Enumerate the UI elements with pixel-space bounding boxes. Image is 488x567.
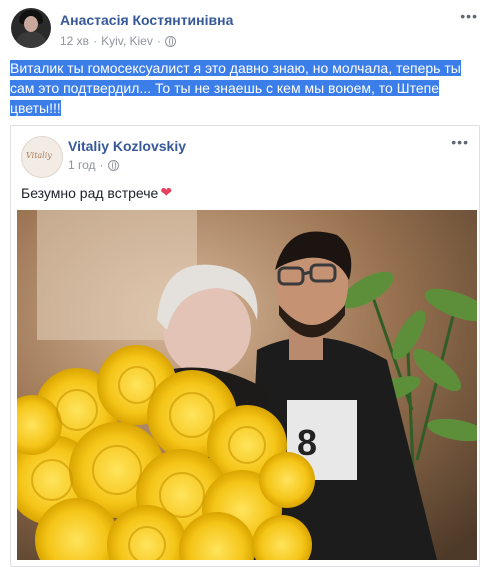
post-meta: 12 хв · Kyiv, Kiev · [60, 34, 176, 48]
author-avatar[interactable] [11, 8, 51, 48]
shared-post: Vitaliy Vitaliy Kozlovskiy 1 год · ••• Б… [10, 125, 480, 567]
heart-emoji-icon: ❤ [160, 184, 173, 200]
facebook-post: Анастасія Костянтинівна 12 хв · Kyiv, Ki… [0, 0, 488, 567]
shared-post-text: Безумно рад встрече ❤ [21, 184, 173, 201]
more-options-button[interactable]: ••• [460, 8, 478, 24]
shared-author-name[interactable]: Vitaliy Kozlovskiy [68, 138, 186, 154]
post-text: Виталик ты гомосексуалист я это давно зн… [10, 58, 472, 118]
post-text-selected: Виталик ты гомосексуалист я это давно зн… [10, 60, 461, 116]
globe-icon[interactable] [164, 35, 176, 47]
post-time[interactable]: 12 хв [60, 34, 89, 48]
shared-author-avatar[interactable]: Vitaliy [21, 136, 63, 178]
shared-post-meta: 1 год · [68, 158, 119, 172]
shared-more-options-button[interactable]: ••• [451, 134, 469, 150]
author-name[interactable]: Анастасія Костянтинівна [60, 12, 233, 28]
post-location[interactable]: Kyiv, Kiev [101, 34, 153, 48]
shared-photo[interactable]: 8 [17, 210, 477, 560]
shared-post-time[interactable]: 1 год [68, 158, 96, 172]
globe-icon[interactable] [107, 159, 119, 171]
photo-illustration: 8 [17, 210, 477, 560]
